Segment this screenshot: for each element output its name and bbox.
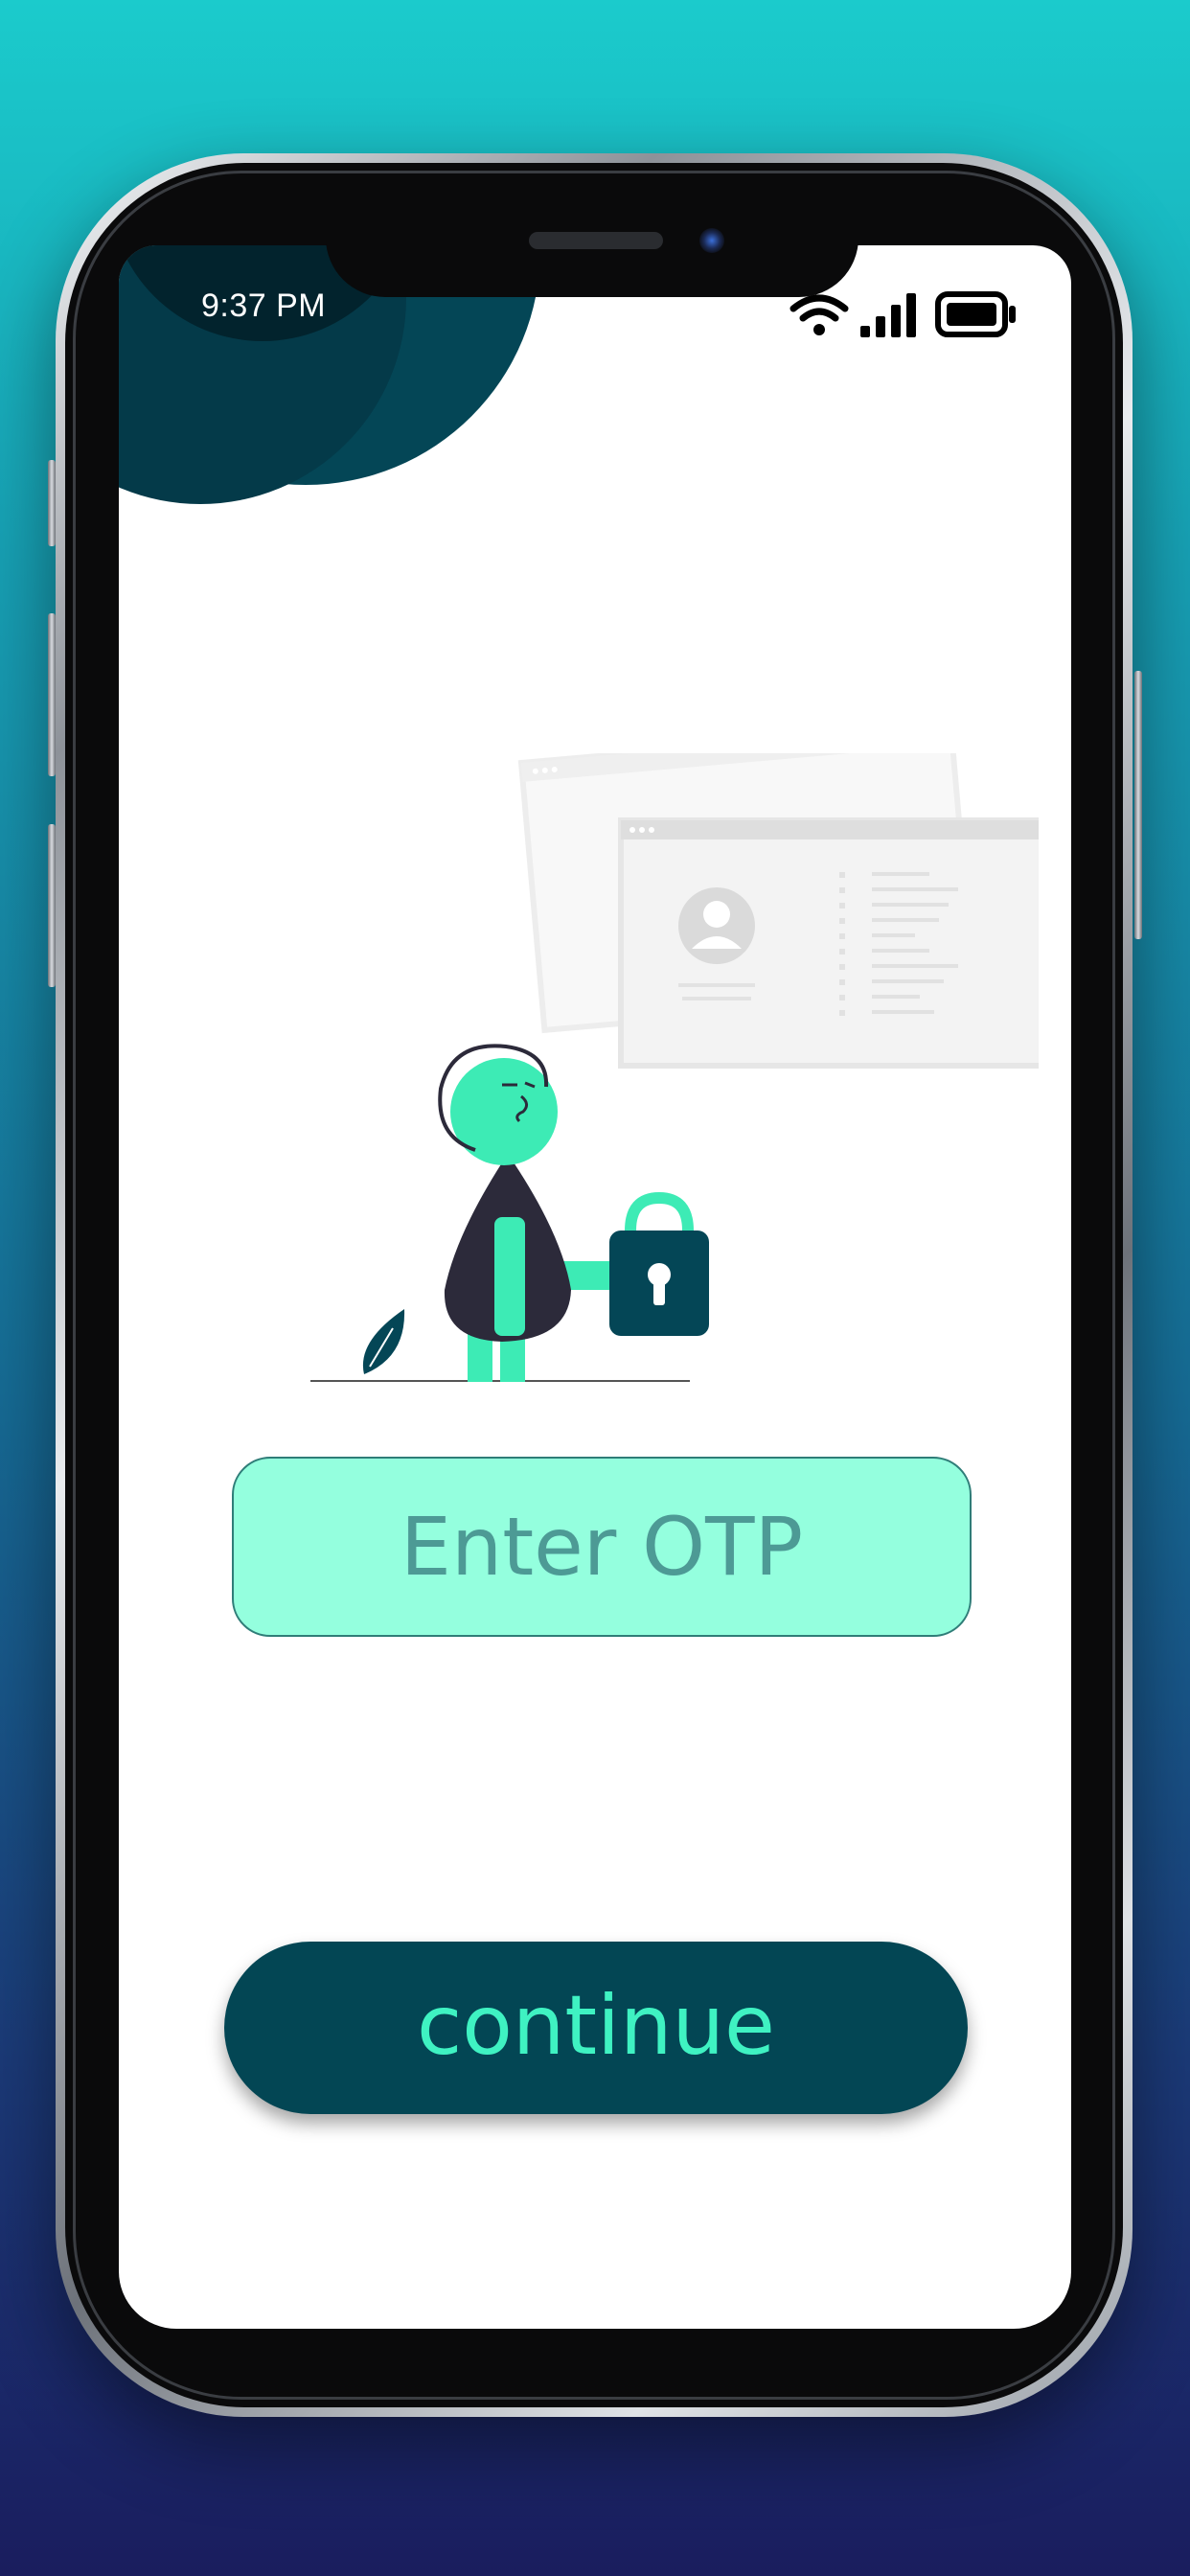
- battery-icon: [935, 291, 1018, 342]
- leaf: [362, 1309, 405, 1374]
- front-camera-icon: [699, 228, 724, 253]
- padlock-icon: [609, 1191, 709, 1336]
- continue-button[interactable]: continue: [224, 1942, 968, 2114]
- security-illustration: [176, 722, 1051, 1405]
- app-screen: 9:37 PM Enter OTP continue: [119, 245, 1071, 2329]
- wifi-icon: [790, 291, 849, 342]
- earpiece-speaker: [529, 232, 663, 249]
- profile-window: [618, 817, 1051, 1069]
- cellular-signal-icon: [858, 291, 926, 342]
- status-icons: [790, 291, 1018, 342]
- mute-switch: [48, 460, 56, 546]
- otp-field[interactable]: [232, 1457, 972, 1637]
- continue-button-label: continue: [417, 1978, 775, 2074]
- volume-down-button: [48, 824, 56, 987]
- status-time: 9:37 PM: [201, 288, 327, 324]
- power-button: [1134, 671, 1142, 939]
- otp-input[interactable]: [234, 1458, 970, 1636]
- volume-up-button: [48, 613, 56, 776]
